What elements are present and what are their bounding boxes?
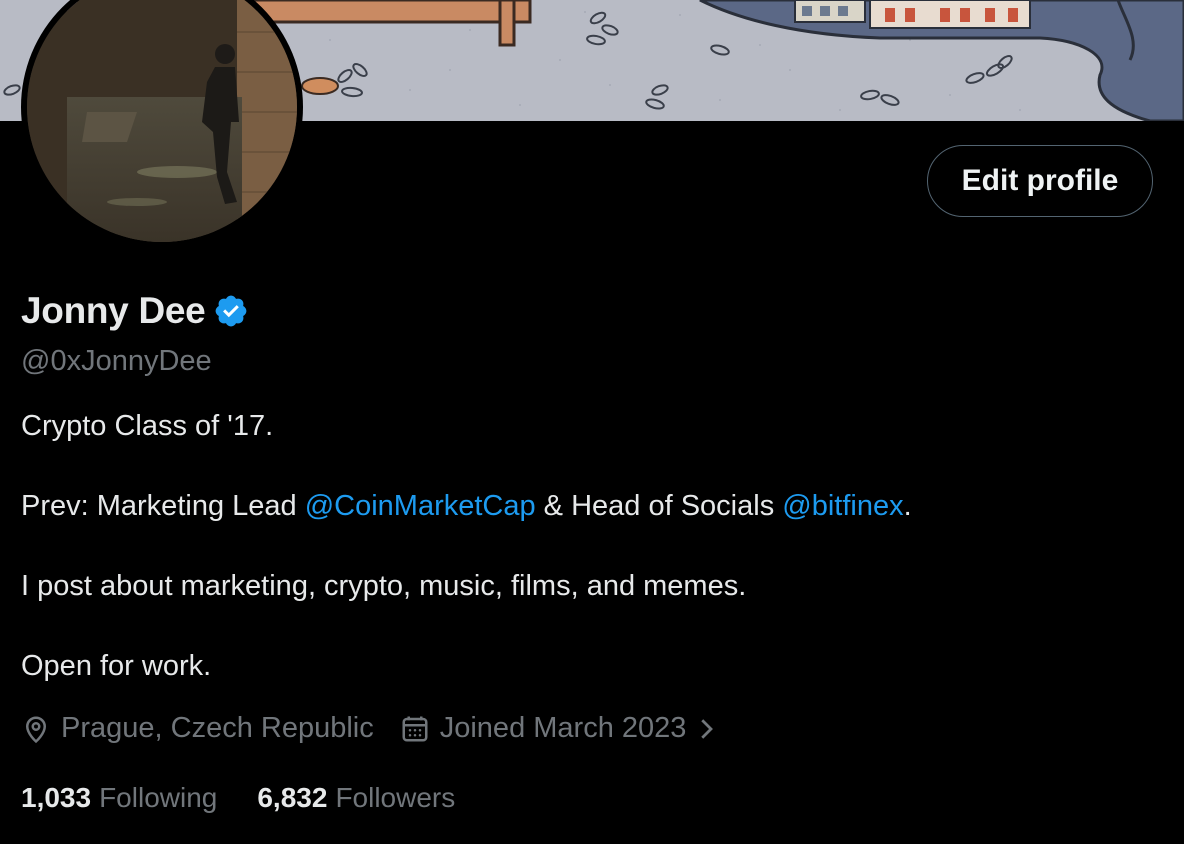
profile-avatar[interactable] bbox=[21, 0, 303, 248]
following-link[interactable]: 1,033 Following bbox=[21, 782, 217, 814]
followers-label: Followers bbox=[335, 782, 456, 813]
location-pin-icon bbox=[21, 714, 51, 744]
followers-link[interactable]: 6,832 Followers bbox=[257, 782, 455, 814]
following-label: Following bbox=[99, 782, 218, 813]
following-count: 1,033 bbox=[21, 782, 92, 813]
profile-meta: Prague, Czech Republic Joined March 2023 bbox=[21, 712, 716, 745]
location-text: Prague, Czech Republic bbox=[61, 712, 374, 744]
profile-handle: @0xJonnyDee bbox=[21, 345, 212, 377]
profile-name-row: Jonny Dee bbox=[21, 290, 249, 332]
bio-text: . bbox=[903, 490, 912, 522]
avatar-photo bbox=[27, 0, 297, 242]
mention-link-bitfinex[interactable]: @bitfinex bbox=[782, 490, 903, 522]
verified-badge-icon[interactable] bbox=[213, 293, 249, 329]
bio-text: & Head of Socials bbox=[535, 490, 783, 522]
bio-line-4: Open for work. bbox=[21, 650, 212, 682]
joined-item[interactable]: Joined March 2023 bbox=[400, 712, 717, 745]
joined-text: Joined March 2023 bbox=[439, 712, 687, 744]
bio-line-1: Crypto Class of '17. bbox=[21, 410, 274, 442]
profile-stats: 1,033 Following 6,832 Followers bbox=[21, 782, 455, 814]
location-item: Prague, Czech Republic bbox=[21, 712, 374, 745]
followers-count: 6,832 bbox=[257, 782, 328, 813]
edit-profile-button[interactable]: Edit profile bbox=[927, 145, 1153, 217]
chevron-right-icon[interactable] bbox=[696, 714, 716, 744]
calendar-icon bbox=[400, 714, 430, 744]
bio-text: Prev: Marketing Lead bbox=[21, 490, 305, 522]
bio-line-3: I post about marketing, crypto, music, f… bbox=[21, 570, 747, 602]
mention-link-coinmarketcap[interactable]: @CoinMarketCap bbox=[305, 490, 536, 522]
bio-line-2: Prev: Marketing Lead @CoinMarketCap & He… bbox=[21, 490, 912, 523]
profile-name: Jonny Dee bbox=[21, 290, 206, 331]
